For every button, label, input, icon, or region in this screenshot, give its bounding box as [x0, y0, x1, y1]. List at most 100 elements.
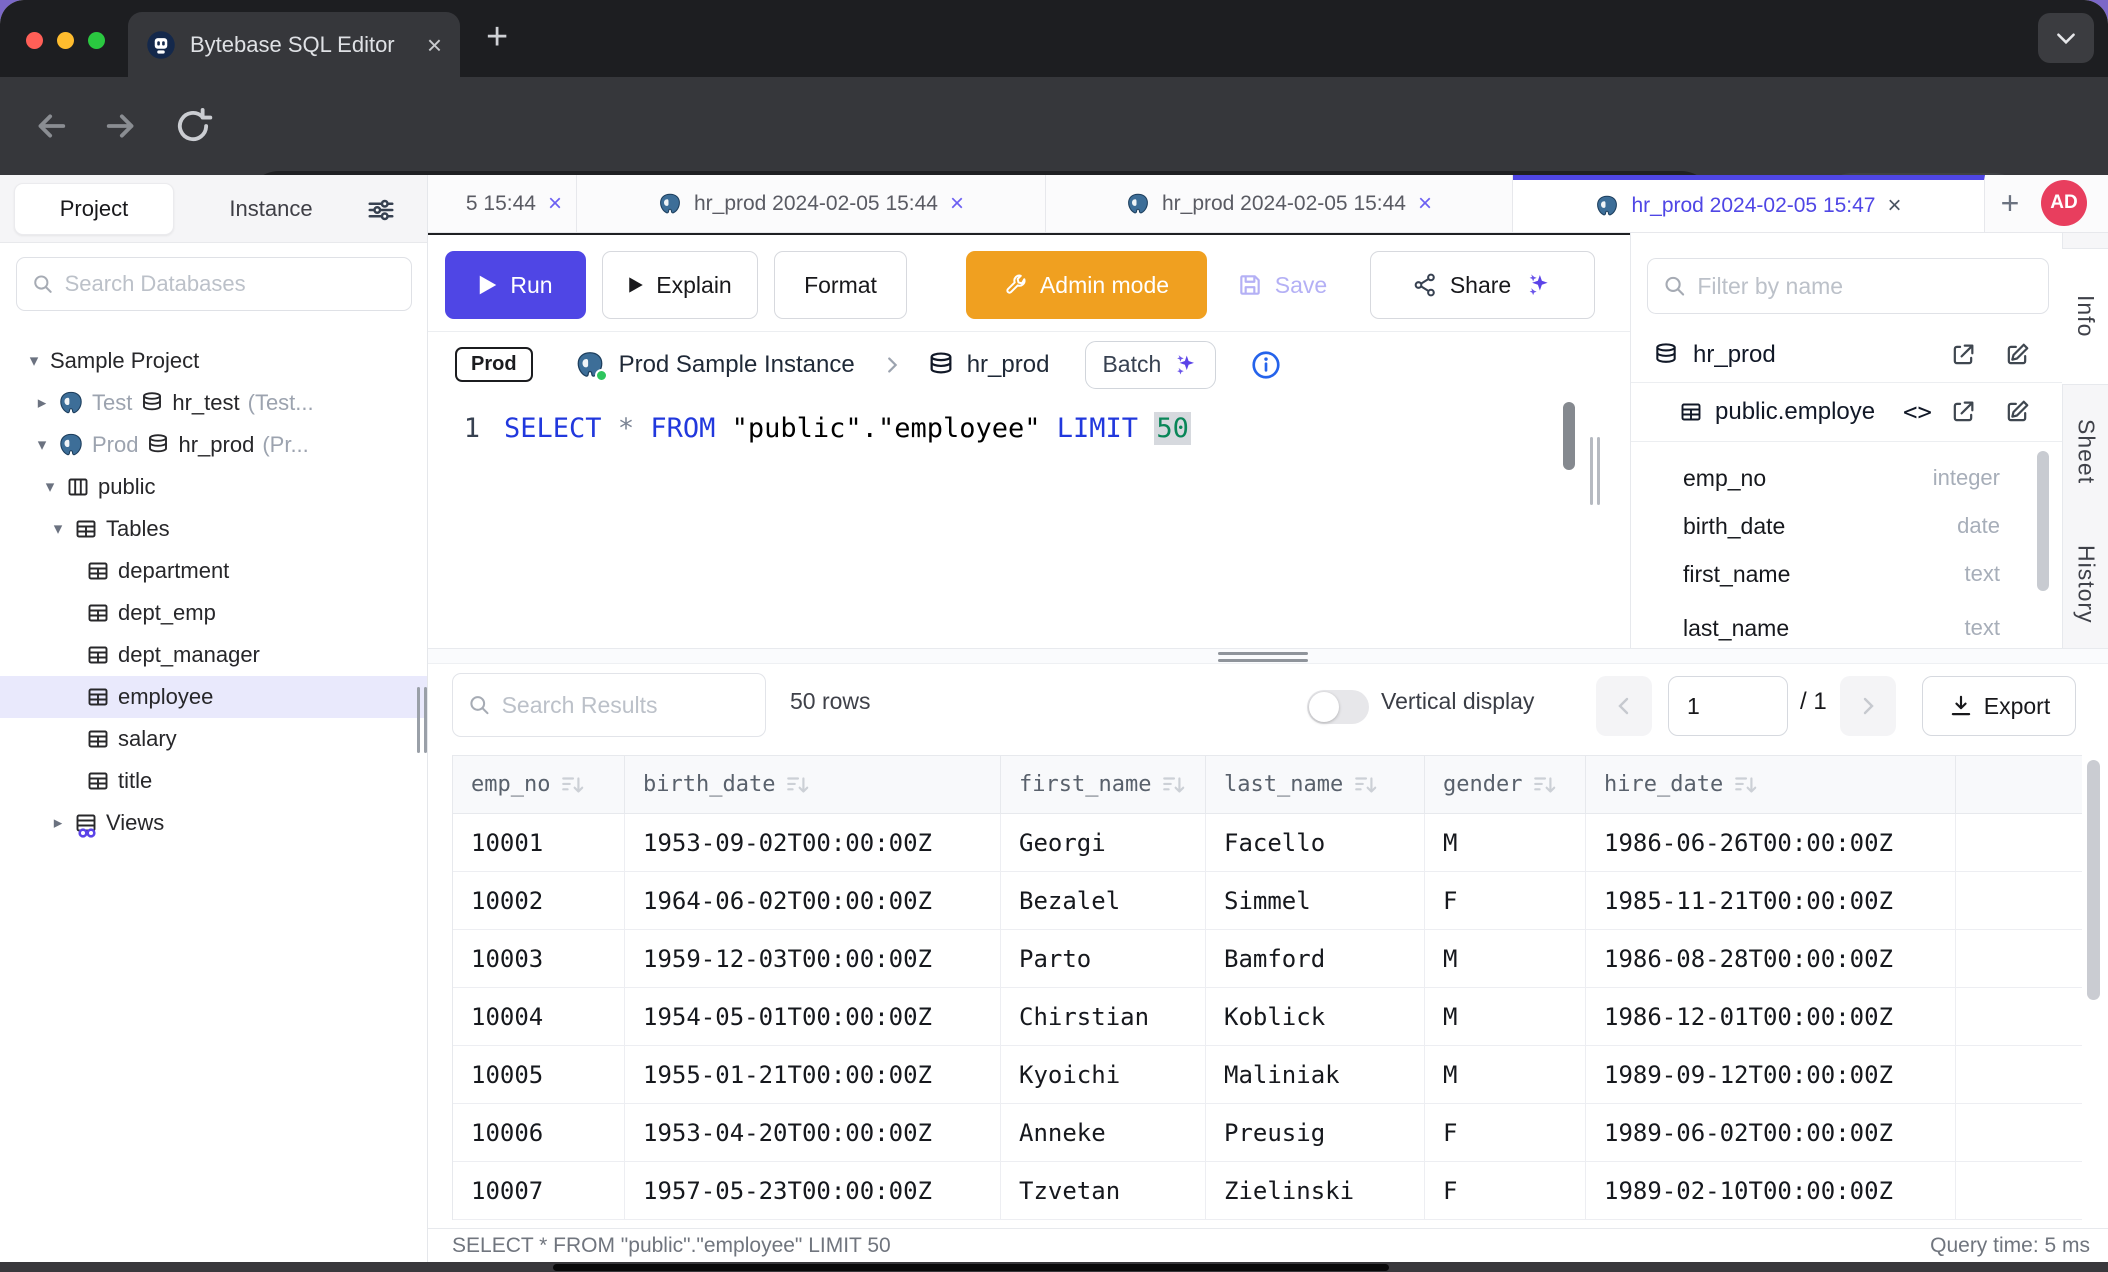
cell[interactable]: 10001 [453, 814, 625, 872]
sidebar-resize-handle[interactable] [416, 687, 428, 753]
next-page-button[interactable] [1840, 676, 1896, 736]
forward-button[interactable] [100, 105, 142, 147]
sheet-tab-4-active[interactable]: hr_prod 2024-02-05 15:47 × [1513, 175, 1985, 232]
schema-filter-input[interactable] [1697, 273, 2034, 300]
run-button[interactable]: Run [445, 251, 586, 319]
cell[interactable]: Zielinski [1206, 1162, 1425, 1220]
close-icon[interactable]: × [950, 190, 964, 218]
cell[interactable]: M [1425, 930, 1586, 988]
tree-item-hr-prod[interactable]: ▾ Prod hr_prod (Pr... [0, 424, 427, 466]
prev-page-button[interactable] [1596, 676, 1652, 736]
code-icon[interactable]: <> [1903, 398, 1932, 426]
cell[interactable]: 1989-06-02T00:00:00Z [1586, 1104, 1956, 1162]
caret-down-icon[interactable]: ▾ [26, 351, 42, 371]
cell[interactable]: Parto [1001, 930, 1206, 988]
sheet-tab-2[interactable]: hr_prod 2024-02-05 15:44 × [577, 175, 1046, 232]
cell[interactable]: M [1425, 814, 1586, 872]
cell[interactable]: Anneke [1001, 1104, 1206, 1162]
page-number-input[interactable] [1668, 676, 1788, 736]
cell[interactable]: 1989-09-12T00:00:00Z [1586, 1046, 1956, 1104]
rail-tab-sheet[interactable]: Sheet [2063, 385, 2108, 518]
cell[interactable]: F [1425, 872, 1586, 930]
tab-instance[interactable]: Instance [196, 183, 346, 235]
batch-mode-button[interactable]: Batch [1085, 341, 1216, 389]
environment-badge[interactable]: Prod [455, 347, 533, 382]
schema-panel-scrollbar[interactable] [2037, 451, 2049, 591]
column-row[interactable]: emp_no integer [1631, 455, 2062, 501]
cell[interactable]: 10006 [453, 1104, 625, 1162]
tree-item-department[interactable]: department [0, 550, 427, 592]
cell[interactable]: 10002 [453, 872, 625, 930]
cell[interactable]: 1964-06-02T00:00:00Z [625, 872, 1001, 930]
database-name[interactable]: hr_prod [967, 351, 1050, 379]
cell[interactable]: F [1425, 1162, 1586, 1220]
column-header[interactable]: emp_no [453, 756, 625, 814]
cell[interactable]: Simmel [1206, 872, 1425, 930]
cell[interactable]: 1986-06-26T00:00:00Z [1586, 814, 1956, 872]
tree-item-salary[interactable]: salary [0, 718, 427, 760]
caret-right-icon[interactable]: ▸ [34, 393, 50, 413]
cell[interactable]: Preusig [1206, 1104, 1425, 1162]
results-resize-handle[interactable] [1218, 652, 1308, 666]
avatar[interactable]: AD [2041, 180, 2087, 226]
cell[interactable]: 1985-11-21T00:00:00Z [1586, 872, 1956, 930]
cell[interactable]: 10003 [453, 930, 625, 988]
sheet-tab-3[interactable]: hr_prod 2024-02-05 15:44 × [1046, 175, 1513, 232]
column-row[interactable]: last_name text [1631, 605, 2062, 648]
database-search[interactable] [16, 257, 412, 311]
info-icon[interactable] [1250, 349, 1282, 381]
minimize-window-button[interactable] [57, 32, 74, 49]
cell[interactable]: 1955-01-21T00:00:00Z [625, 1046, 1001, 1104]
editor-scrollbar[interactable] [1563, 402, 1575, 470]
tree-item-dept-emp[interactable]: dept_emp [0, 592, 427, 634]
column-row[interactable]: first_name text [1631, 551, 2062, 597]
cell[interactable]: 1957-05-23T00:00:00Z [625, 1162, 1001, 1220]
edit-icon[interactable] [2003, 398, 2031, 426]
tree-item-dept-manager[interactable]: dept_manager [0, 634, 427, 676]
external-link-icon[interactable] [1949, 398, 1977, 426]
table-scrollbar[interactable] [2087, 760, 2100, 1000]
cell[interactable]: Maliniak [1206, 1046, 1425, 1104]
caret-down-icon[interactable]: ▾ [42, 477, 58, 497]
cell[interactable]: F [1425, 1104, 1586, 1162]
cell[interactable]: Tzvetan [1001, 1162, 1206, 1220]
sql-editor[interactable]: 1 SELECT * FROM "public"."employee" LIMI… [428, 404, 1628, 452]
instance-name[interactable]: Prod Sample Instance [619, 351, 855, 379]
close-window-button[interactable] [26, 32, 43, 49]
share-button[interactable]: Share [1370, 251, 1595, 319]
column-header[interactable]: birth_date [625, 756, 1001, 814]
cell[interactable]: M [1425, 988, 1586, 1046]
schema-filter[interactable] [1647, 258, 2049, 314]
schema-database-row[interactable]: hr_prod [1631, 329, 2062, 381]
browser-tab[interactable]: Bytebase SQL Editor × [128, 12, 460, 77]
results-search-input[interactable] [502, 692, 751, 719]
tree-item-views[interactable]: ▸ Views [0, 802, 427, 844]
new-sheet-button[interactable]: + [1985, 175, 2035, 232]
panel-resize-handle[interactable] [1588, 437, 1602, 505]
cell[interactable]: 1959-12-03T00:00:00Z [625, 930, 1001, 988]
cell[interactable]: Chirstian [1001, 988, 1206, 1046]
close-icon[interactable]: × [548, 190, 562, 218]
zoom-window-button[interactable] [88, 32, 105, 49]
tab-project[interactable]: Project [14, 183, 174, 235]
rail-tab-history[interactable]: History [2063, 518, 2108, 651]
cell[interactable]: 1954-05-01T00:00:00Z [625, 988, 1001, 1046]
tree-item-schema-public[interactable]: ▾ public [0, 466, 427, 508]
cell[interactable]: 1953-04-20T00:00:00Z [625, 1104, 1001, 1162]
external-link-icon[interactable] [1949, 341, 1977, 369]
vertical-display-toggle[interactable] [1307, 690, 1369, 724]
column-header[interactable]: last_name [1206, 756, 1425, 814]
tree-item-tables[interactable]: ▾ Tables [0, 508, 427, 550]
cell[interactable]: 1989-02-10T00:00:00Z [1586, 1162, 1956, 1220]
cell[interactable]: Bezalel [1001, 872, 1206, 930]
rail-tab-info[interactable]: Info [2062, 248, 2108, 385]
cell[interactable]: Bamford [1206, 930, 1425, 988]
cell[interactable]: 1986-08-28T00:00:00Z [1586, 930, 1956, 988]
bottom-scroll-thumb[interactable] [553, 1264, 1389, 1271]
export-button[interactable]: Export [1922, 676, 2076, 736]
close-icon[interactable]: × [1888, 192, 1902, 220]
admin-mode-button[interactable]: Admin mode [966, 251, 1207, 319]
cell[interactable]: 10005 [453, 1046, 625, 1104]
tree-item-project[interactable]: ▾ Sample Project [0, 340, 427, 382]
cell[interactable]: 1986-12-01T00:00:00Z [1586, 988, 1956, 1046]
